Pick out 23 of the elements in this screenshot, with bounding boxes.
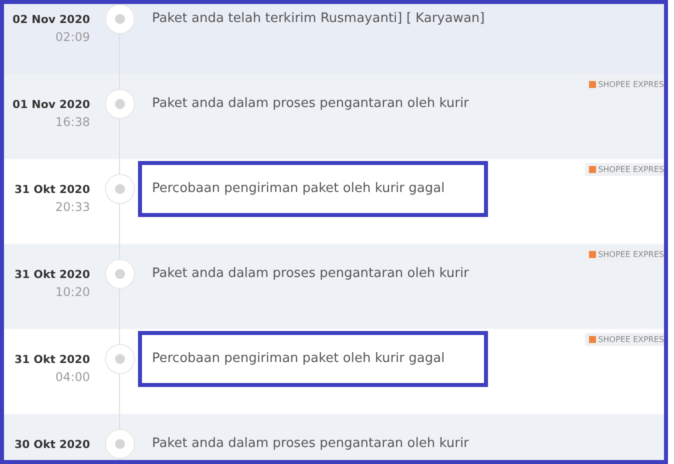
event-time: 10:20 xyxy=(55,284,90,301)
event-date: 02 Nov 2020 xyxy=(12,12,90,28)
courier-logo-icon xyxy=(589,81,596,88)
event-description: Paket anda dalam proses pengantaran oleh kurir xyxy=(151,265,470,283)
courier-logo-icon xyxy=(589,166,596,173)
courier-logo-icon xyxy=(589,336,596,343)
event-description: Paket anda dalam proses pengantaran oleh kurir xyxy=(151,435,470,453)
event-description: Paket anda telah terkirim Rusmayanti] [ Karyawan] xyxy=(151,10,486,28)
event-date: 31 Okt 2020 xyxy=(14,352,90,368)
courier-tag: SHOPEE EXPRES xyxy=(585,163,664,176)
event-time: 02:09 xyxy=(55,29,90,46)
event-date: 31 Okt 2020 xyxy=(14,182,90,198)
event-date: 01 Nov 2020 xyxy=(12,97,90,113)
event-date: 30 Okt 2020 xyxy=(14,437,90,453)
event-description: Paket anda dalam proses pengantaran oleh kurir xyxy=(151,95,470,113)
courier-logo-icon xyxy=(589,251,596,258)
event-date: 31 Okt 2020 xyxy=(14,267,90,283)
courier-tag: SHOPEE EXPRES xyxy=(585,333,664,346)
event-time: 20:33 xyxy=(55,199,90,216)
event-time: 16:38 xyxy=(55,114,90,131)
highlighted-event-description: Percobaan pengiriman paket oleh kurir gagal xyxy=(138,331,488,387)
event-time: 04:00 xyxy=(55,369,90,386)
highlighted-event-description: Percobaan pengiriman paket oleh kurir gagal xyxy=(138,161,488,217)
